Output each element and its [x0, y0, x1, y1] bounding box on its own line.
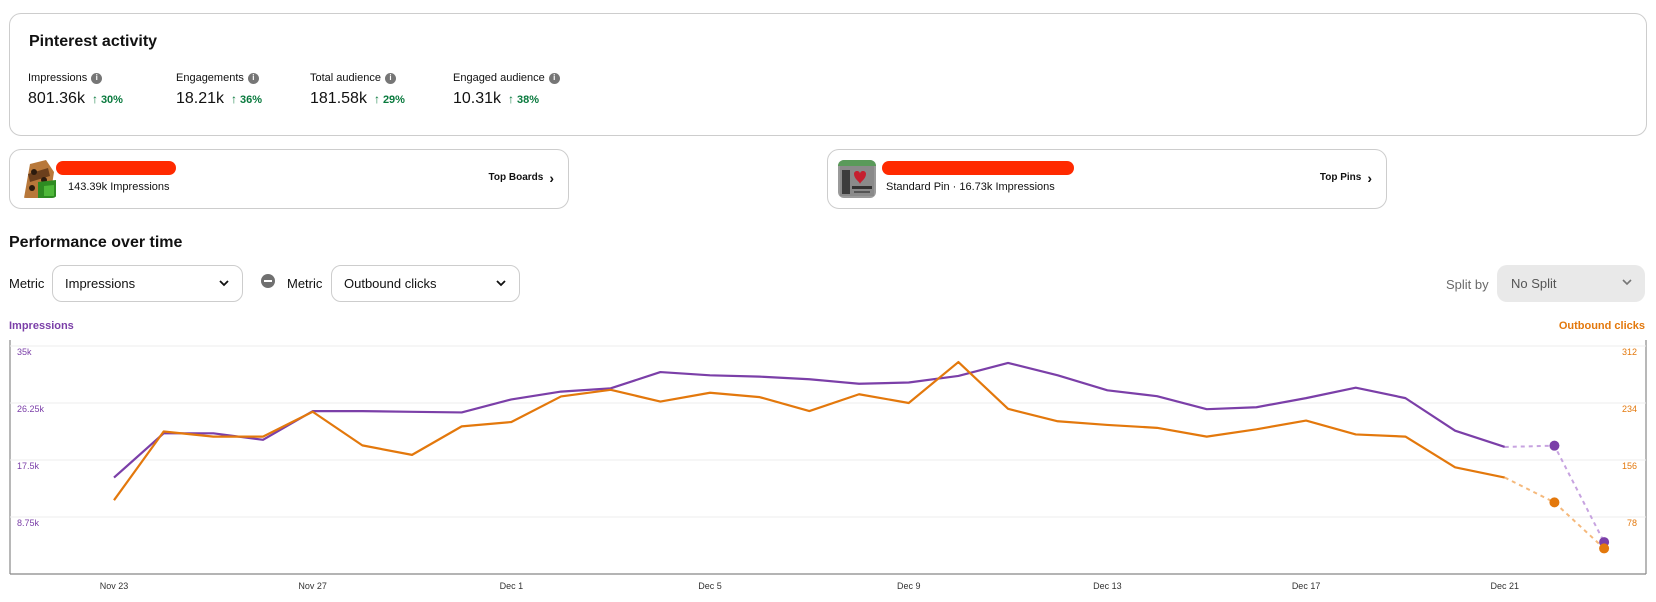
board-thumbnail [20, 160, 58, 198]
chevron-down-icon [218, 277, 230, 292]
delta-value: 30% [100, 94, 123, 106]
y-right-tick-label: 78 [1627, 518, 1637, 528]
board-impressions: 143.39k Impressions [68, 181, 170, 193]
data-point [1549, 497, 1560, 508]
delta-value: 36% [240, 94, 263, 106]
x-tick-label: Dec 1 [500, 581, 524, 591]
arrow-up-icon: ↑ [91, 92, 98, 106]
top-pins-link[interactable]: Top Pins › [1319, 169, 1372, 186]
y-right-tick-label: 312 [1622, 347, 1637, 357]
y-right-tick-label: 234 [1622, 404, 1637, 414]
pinterest-activity-card: Pinterest activity Impressions i 801.36k … [9, 13, 1647, 136]
top-pins-label: Top Pins [1319, 172, 1362, 183]
remove-metric-icon[interactable] [261, 274, 275, 288]
x-tick-label: Dec 21 [1490, 581, 1519, 591]
legend-outbound-clicks: Outbound clicks [1558, 320, 1645, 332]
stat-label: Engaged audience [453, 72, 545, 84]
metric1-value: Impressions [65, 276, 136, 291]
x-tick-label: Nov 27 [298, 581, 327, 591]
metric2-value: Outbound clicks [344, 276, 437, 291]
activity-title: Pinterest activity [29, 33, 158, 50]
x-tick-label: Dec 17 [1292, 581, 1321, 591]
chevron-down-icon [495, 277, 507, 292]
stat-total-audience: Total audience i 181.58k ↑ 29% [310, 72, 405, 108]
top-pins-card[interactable]: Standard Pin · 16.73k Impressions Top Pi… [827, 149, 1387, 209]
data-point [1599, 543, 1610, 554]
stat-impressions: Impressions i 801.36k ↑ 30% [28, 72, 123, 108]
redacted-pin-name [882, 161, 1074, 175]
y-left-tick-label: 17.5k [17, 461, 40, 471]
info-icon[interactable]: i [384, 72, 396, 84]
data-point [1549, 440, 1560, 451]
performance-chart: 35k 26.25k 17.5k 8.75k 312 234 156 78 Nov 23 Nov … [9, 340, 1647, 591]
info-icon[interactable]: i [247, 72, 259, 84]
series-forecast-outbound-clicks [1504, 476, 1605, 550]
y-left-tick-label: 8.75k [17, 518, 40, 528]
stat-value: 10.31k [453, 90, 502, 107]
series-line-outbound-clicks [113, 360, 1505, 501]
delta-value: 38% [517, 94, 540, 106]
performance-title: Performance over time [9, 234, 183, 251]
chevron-down-icon [1621, 276, 1633, 291]
arrow-up-icon: ↑ [373, 92, 380, 106]
y-left-tick-label: 35k [17, 347, 32, 357]
pin-impressions: Standard Pin · 16.73k Impressions [886, 181, 1055, 193]
delta-value: 29% [382, 94, 405, 106]
pin-thumbnail [838, 160, 876, 198]
top-boards-label: Top Boards [488, 172, 544, 183]
x-tick-label: Dec 5 [698, 581, 722, 591]
stat-label: Impressions [28, 72, 88, 84]
info-icon[interactable]: i [91, 72, 103, 84]
split-by-select[interactable]: No Split [1497, 265, 1645, 302]
y-left-tick-label: 26.25k [17, 404, 45, 414]
arrow-up-icon: ↑ [508, 92, 515, 106]
top-boards-card[interactable]: 143.39k Impressions Top Boards › [9, 149, 569, 209]
arrow-up-icon: ↑ [231, 92, 238, 106]
stat-label: Engagements [176, 72, 244, 84]
stat-delta: ↑ 38% [508, 92, 539, 106]
metric-label: Metric [287, 276, 323, 291]
redacted-board-name [56, 161, 176, 175]
metric2-select[interactable]: Outbound clicks [331, 265, 520, 302]
stat-value: 181.58k [310, 90, 367, 107]
stat-engaged-audience: Engaged audience i 10.31k ↑ 38% [453, 72, 560, 108]
stat-value: 18.21k [176, 90, 225, 107]
stat-engagements: Engagements i 18.21k ↑ 36% [176, 72, 262, 108]
stat-delta: ↑ 36% [231, 92, 262, 106]
info-icon[interactable]: i [548, 72, 560, 84]
top-boards-link[interactable]: Top Boards › [488, 169, 555, 186]
split-by-label: Split by [1446, 277, 1489, 292]
split-value: No Split [1511, 276, 1557, 291]
x-tick-label: Nov 23 [100, 581, 129, 591]
stat-delta: ↑ 30% [92, 92, 123, 106]
y-right-tick-label: 156 [1622, 461, 1637, 471]
chevron-right-icon: › [549, 169, 554, 186]
x-tick-label: Dec 9 [897, 581, 921, 591]
x-tick-label: Dec 13 [1093, 581, 1122, 591]
chevron-right-icon: › [1367, 169, 1372, 186]
metric1-select[interactable]: Impressions [52, 265, 243, 302]
metric-label: Metric [9, 276, 45, 291]
stat-label: Total audience [310, 72, 381, 84]
stat-value: 801.36k [28, 90, 85, 107]
legend-impressions: Impressions [9, 320, 74, 332]
stat-delta: ↑ 29% [374, 92, 405, 106]
